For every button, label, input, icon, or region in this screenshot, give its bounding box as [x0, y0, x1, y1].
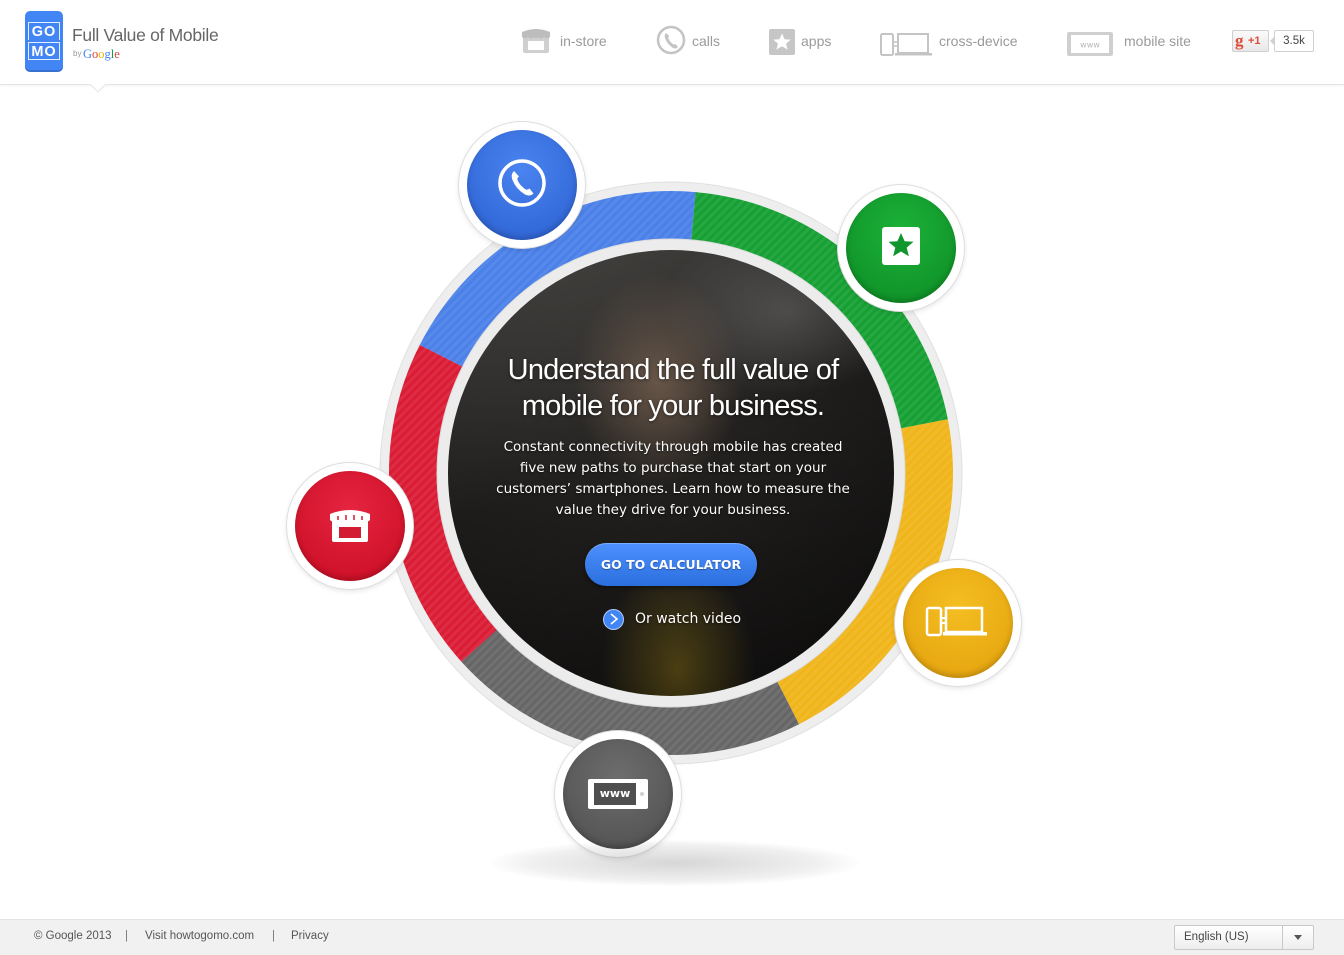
channel-in-store-disc	[295, 471, 405, 581]
google-plus-icon: g	[1235, 31, 1244, 50]
logo-text-mo: MO	[28, 42, 60, 60]
privacy-link[interactable]: Privacy	[291, 930, 329, 942]
hero-title: Understand the full value of mobile for …	[507, 354, 839, 422]
footer-separator: |	[272, 930, 275, 942]
channel-calls-button[interactable]	[459, 122, 585, 248]
phone-icon	[656, 24, 686, 60]
nav-in-store-label: in-store	[560, 33, 607, 49]
site-footer: © Google 2013 | Visit howtogomo.com | Pr…	[0, 919, 1344, 955]
hero-description: Constant connectivity through mobile has…	[496, 439, 850, 518]
nav-mobile-site-label: mobile site	[1124, 33, 1191, 49]
by-label: by	[73, 49, 82, 58]
store-icon	[328, 504, 372, 548]
www-label: www	[599, 787, 631, 800]
nav-calls-label: calls	[692, 33, 721, 49]
nav-cross-device-label: cross-device	[939, 33, 1018, 49]
nav-calls[interactable]: calls	[656, 22, 726, 62]
channel-apps-disc	[846, 193, 956, 303]
star-icon	[882, 227, 920, 269]
plus-one-label: +1	[1248, 35, 1261, 47]
nav-mobile-site[interactable]: www mobile site	[1066, 22, 1196, 62]
devices-icon	[880, 24, 934, 60]
site-header: GO MO Full Value of Mobile by Google in-…	[0, 0, 1344, 85]
channel-mobile-site-button[interactable]: www	[555, 731, 681, 857]
www-icon: www	[1066, 24, 1114, 60]
watch-video-link[interactable]: Or watch video	[603, 608, 741, 630]
base-shadow	[490, 840, 860, 886]
language-select[interactable]: English (US)	[1174, 925, 1314, 950]
gomo-logo[interactable]: GO MO	[25, 11, 63, 72]
google-wordmark: Google	[83, 47, 120, 61]
site-title: Full Value of Mobile	[72, 25, 219, 45]
star-icon	[768, 24, 796, 60]
store-icon	[520, 24, 552, 60]
channel-calls-disc	[467, 130, 577, 240]
channel-mobile-site-disc: www	[563, 739, 673, 849]
chevron-down-icon	[1282, 926, 1313, 949]
language-select-value: English (US)	[1184, 931, 1249, 943]
footer-separator: |	[125, 930, 128, 942]
nav-cross-device[interactable]: cross-device	[880, 22, 1020, 62]
visit-howtogomo-link[interactable]: Visit howtogomo.com	[145, 930, 254, 942]
go-to-calculator-button[interactable]: GO TO CALCULATOR	[585, 543, 757, 586]
phone-icon	[496, 157, 548, 213]
devices-icon	[925, 604, 991, 642]
svg-text:www: www	[1080, 41, 1100, 50]
google-plus-one-button[interactable]: g +1	[1232, 30, 1269, 52]
nav-apps[interactable]: apps	[768, 22, 834, 62]
channel-apps-button[interactable]	[838, 185, 964, 311]
copyright-text: © Google 2013	[34, 930, 112, 942]
channel-cross-device-disc	[903, 568, 1013, 678]
channel-cross-device-button[interactable]	[895, 560, 1021, 686]
channel-in-store-button[interactable]	[287, 463, 413, 589]
watch-video-label: Or watch video	[635, 611, 742, 627]
www-icon: www	[588, 779, 648, 809]
logo-text-go: GO	[28, 22, 60, 40]
nav-apps-label: apps	[801, 33, 832, 49]
plus-one-count: 3.5k	[1270, 30, 1314, 52]
nav-in-store[interactable]: in-store	[520, 22, 612, 62]
play-icon	[603, 608, 624, 630]
